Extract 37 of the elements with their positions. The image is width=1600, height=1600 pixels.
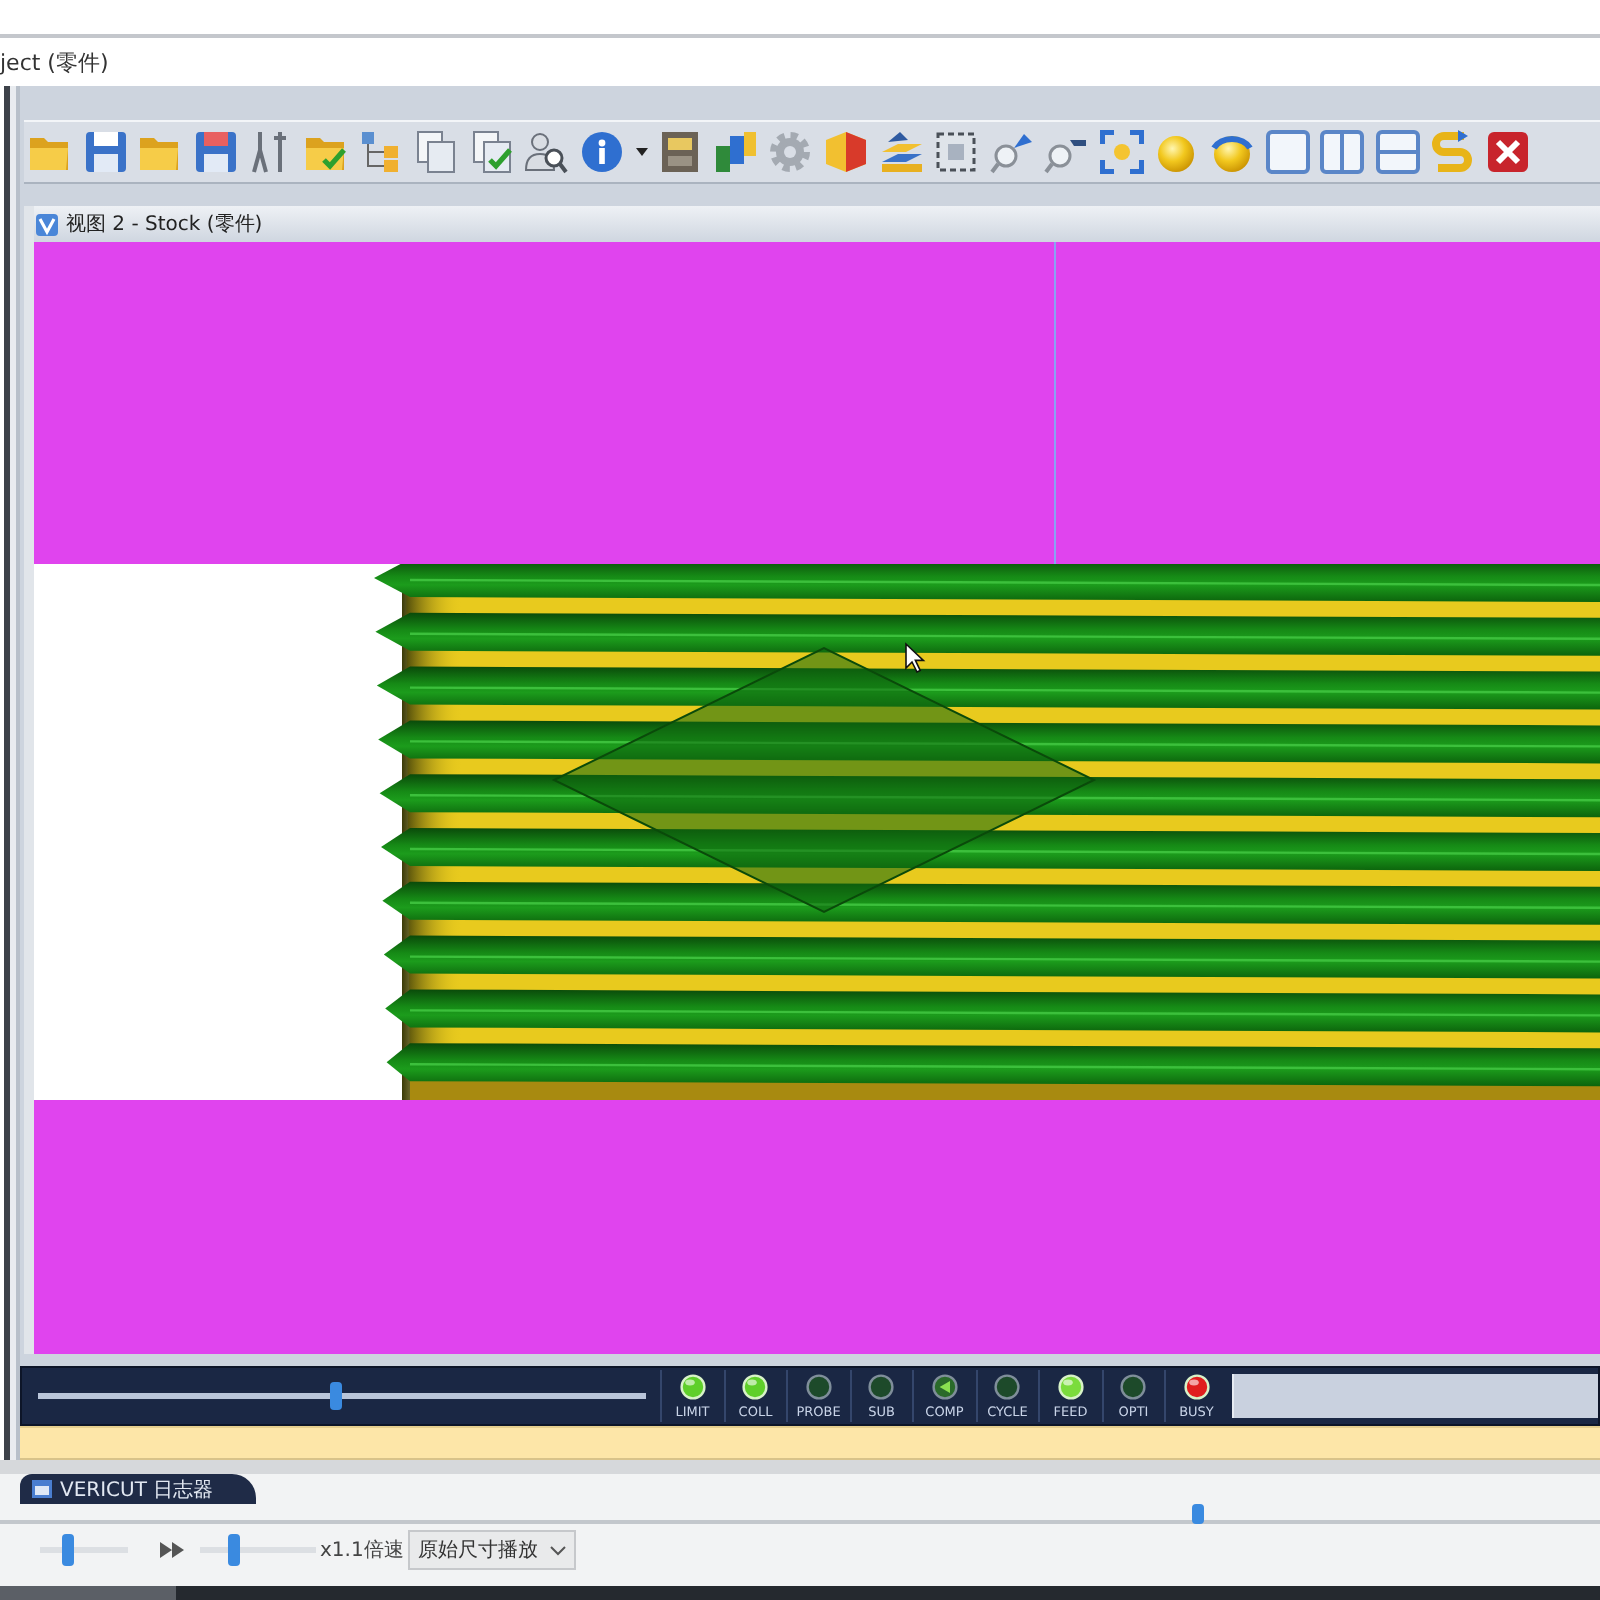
slider-thumb[interactable]	[62, 1534, 75, 1566]
rotate-icon[interactable]	[1210, 130, 1255, 174]
slider-thumb[interactable]	[228, 1534, 241, 1566]
save-icon[interactable]	[83, 130, 128, 174]
document-check-icon[interactable]	[469, 130, 514, 174]
caret-icon[interactable]	[635, 148, 648, 156]
view-title: 视图 2 - Stock (零件)	[66, 211, 263, 238]
sphere-icon[interactable]	[1154, 130, 1199, 174]
documents-icon[interactable]	[414, 130, 459, 174]
fit-view-icon[interactable]	[1099, 130, 1144, 174]
slider-thumb[interactable]	[330, 1382, 343, 1410]
user-search-icon[interactable]	[524, 130, 569, 174]
two-row-icon[interactable]	[1375, 130, 1420, 174]
video-seek-slider[interactable]	[0, 1504, 1600, 1524]
size-mode-dropdown[interactable]: 原始尺寸播放	[407, 1530, 576, 1570]
chevron-down-icon	[549, 1545, 566, 1555]
close-icon[interactable]	[1486, 130, 1531, 174]
fast-forward-icon[interactable]	[160, 1542, 184, 1558]
cube-icon[interactable]	[823, 130, 868, 174]
zoom-in-icon[interactable]	[989, 130, 1034, 174]
view-icon	[36, 213, 58, 235]
single-pane-icon[interactable]	[1265, 130, 1310, 174]
speed-label: x1.1倍速	[320, 1537, 404, 1564]
layers-icon[interactable]	[879, 130, 923, 174]
blocks-icon[interactable]	[713, 130, 758, 174]
window-title: ject (零件)	[0, 47, 109, 77]
two-column-icon[interactable]	[1320, 130, 1365, 174]
save-icon[interactable]	[193, 130, 238, 174]
curve-arrow-icon[interactable]	[1430, 130, 1475, 174]
slider-thumb[interactable]	[1191, 1504, 1203, 1524]
logger-tab[interactable]: VERICUT 日志器	[20, 1474, 256, 1504]
machine-icon[interactable]	[658, 130, 703, 174]
selection-frame-icon[interactable]	[934, 130, 979, 174]
hierarchy-icon[interactable]	[359, 130, 404, 174]
window-icon	[32, 1480, 52, 1498]
cursor-icon	[905, 642, 926, 674]
info-icon[interactable]	[579, 130, 624, 174]
